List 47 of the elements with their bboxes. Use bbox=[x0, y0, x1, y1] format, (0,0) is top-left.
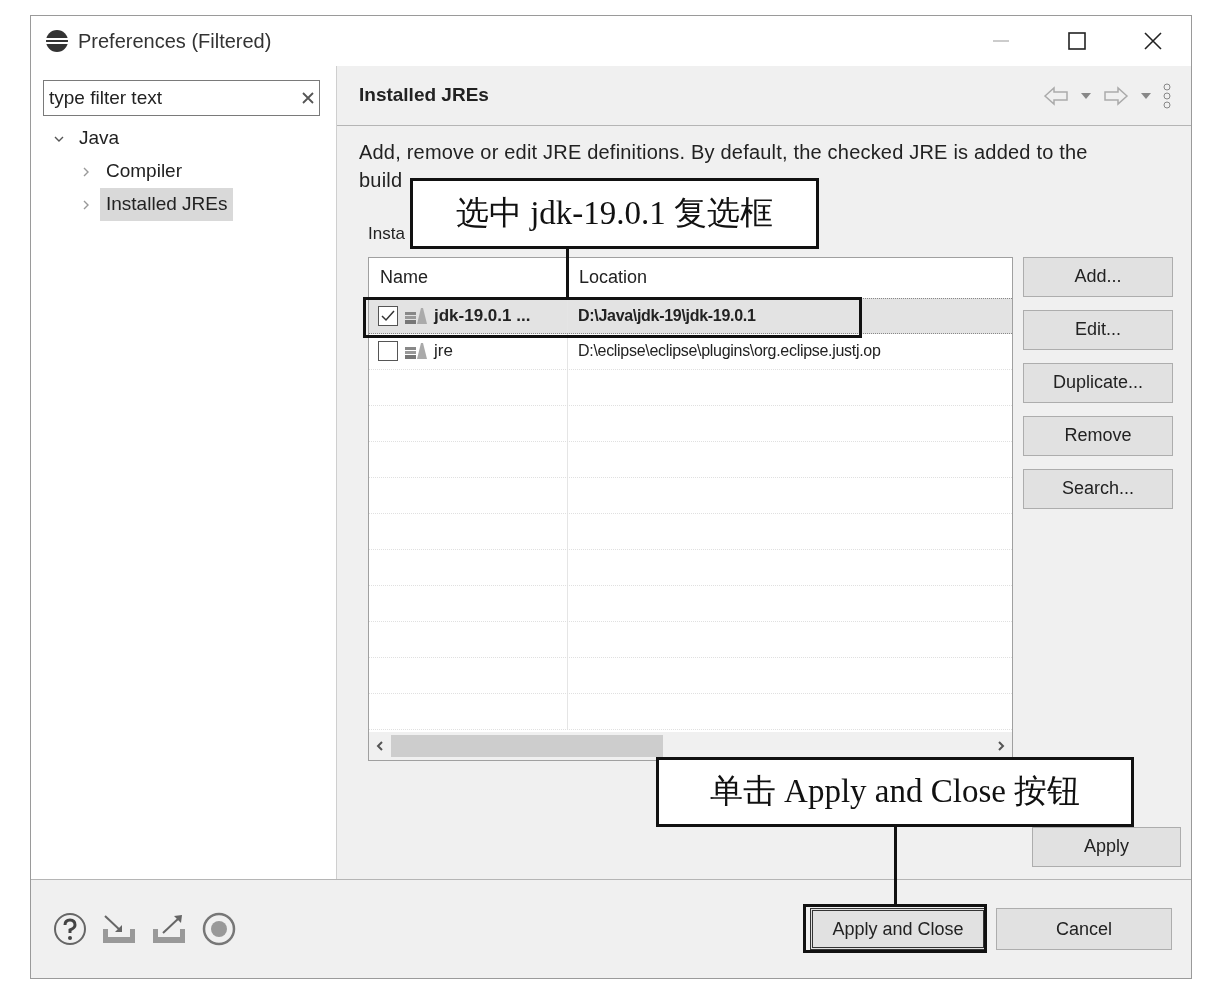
table-row[interactable]: jre D:\eclipse\eclipse\plugins\org.eclipse.justj.op bbox=[369, 333, 1012, 370]
maximize-icon[interactable] bbox=[1068, 32, 1086, 50]
table-cell-text: jre bbox=[434, 340, 453, 363]
column-header[interactable]: Location bbox=[568, 257, 1012, 298]
table-cell-text: D:\Java\jdk-19\jdk-19.0.1 bbox=[578, 305, 756, 326]
dropdown-caret-icon[interactable] bbox=[1141, 92, 1151, 99]
apply-button[interactable]: Apply bbox=[1032, 826, 1181, 867]
dialog-button[interactable]: Cancel bbox=[996, 908, 1172, 950]
scrollbar-thumb[interactable] bbox=[391, 734, 663, 757]
filter-field[interactable]: type filter text bbox=[43, 80, 320, 116]
page-title: Installed JREs bbox=[359, 83, 489, 108]
scroll-left-icon[interactable] bbox=[375, 739, 385, 752]
action-button[interactable]: Add... bbox=[1023, 256, 1173, 297]
filter-input[interactable]: type filter text bbox=[49, 83, 302, 113]
dropdown-caret-icon[interactable] bbox=[1081, 92, 1091, 99]
tree-item[interactable]: Java bbox=[73, 122, 126, 155]
more-options-icon[interactable] bbox=[1163, 82, 1171, 109]
checkbox[interactable] bbox=[378, 305, 398, 326]
scroll-right-icon[interactable] bbox=[996, 739, 1006, 752]
description-text: Add, remove or edit JRE definitions. By default, the checked JRE is added to the bbox=[359, 140, 1088, 165]
callout-label: 单击 Apply and Close 按钮 bbox=[656, 757, 1134, 827]
action-button[interactable]: Search... bbox=[1023, 468, 1173, 509]
checkbox[interactable] bbox=[378, 341, 398, 361]
close-icon[interactable] bbox=[1144, 32, 1162, 50]
table-label: Insta bbox=[368, 223, 405, 245]
export-icon[interactable] bbox=[151, 913, 187, 945]
action-button[interactable]: Edit... bbox=[1023, 309, 1173, 350]
tree-item[interactable]: Installed JREs bbox=[100, 188, 234, 221]
action-button[interactable]: Duplicate... bbox=[1023, 362, 1173, 403]
clear-icon[interactable] bbox=[302, 92, 314, 104]
library-icon bbox=[404, 342, 428, 360]
tree-item[interactable]: Compiler bbox=[100, 155, 189, 188]
window-title: Preferences (Filtered) bbox=[78, 29, 272, 54]
import-icon[interactable] bbox=[101, 913, 137, 945]
callout-label: 选中 jdk-19.0.1 复选框 bbox=[410, 178, 819, 249]
table-row[interactable]: jdk-19.0.1 ... D:\Java\jdk-19\jdk-19.0.1 bbox=[369, 297, 1012, 334]
action-button[interactable]: Remove bbox=[1023, 415, 1173, 456]
description-text: build bbox=[359, 168, 403, 193]
eclipse-logo-icon bbox=[45, 29, 69, 53]
table-cell-text: jdk-19.0.1 ... bbox=[434, 304, 531, 327]
library-icon bbox=[404, 306, 428, 325]
leader-line bbox=[566, 246, 569, 298]
check-icon bbox=[381, 309, 395, 322]
dialog-button[interactable]: Apply and Close bbox=[810, 908, 986, 950]
help-icon[interactable] bbox=[53, 912, 87, 946]
record-icon[interactable] bbox=[201, 911, 237, 947]
table-cell-text: D:\eclipse\eclipse\plugins\org.eclipse.justj.op bbox=[578, 341, 881, 361]
